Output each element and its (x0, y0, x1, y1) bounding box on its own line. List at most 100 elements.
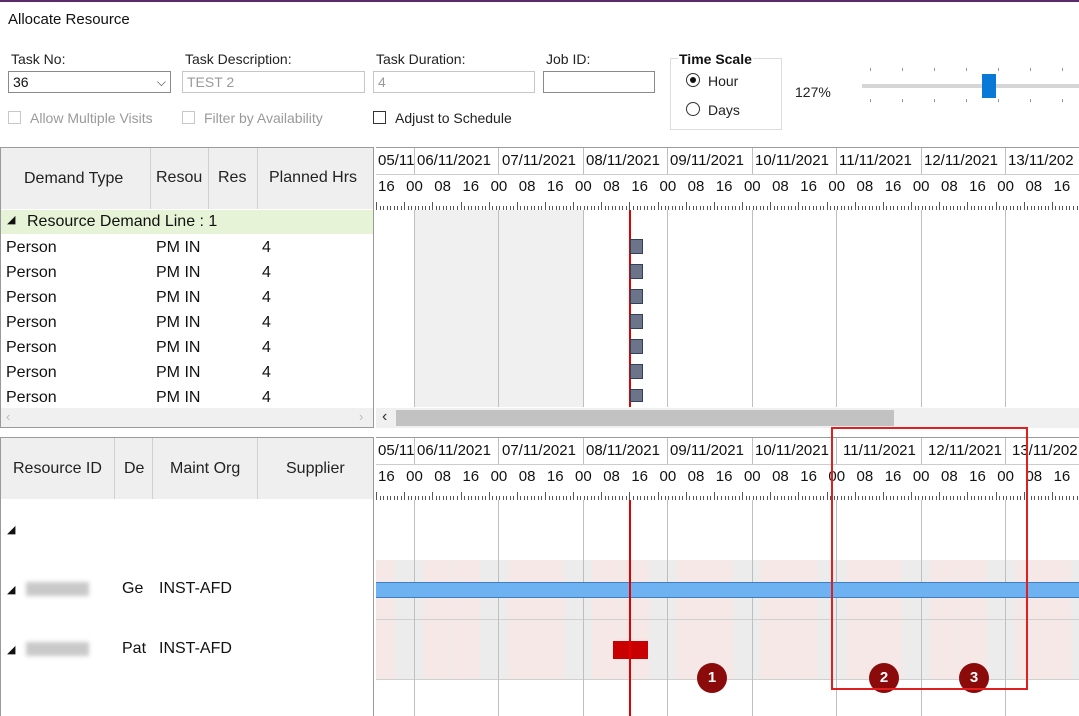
table-row[interactable]: ◢ Pat INST-AFD (1, 620, 373, 680)
date-cell: 09/11/2021 (670, 442, 744, 459)
zoom-slider-track[interactable] (862, 84, 1079, 88)
col-description[interactable]: De (124, 460, 144, 478)
table-row[interactable]: ◢ Ge INST-AFD (1, 560, 373, 620)
timeline-hscrollbar[interactable]: ‹ (376, 408, 1079, 428)
hour-label: 16 (546, 178, 564, 195)
date-cell: 09/11/2021 (670, 152, 744, 169)
resource-grid: Resource ID De Maint Org Supplier ◢ ◢ Ge… (0, 437, 374, 716)
redacted-resource-id (26, 582, 89, 596)
filter-by-availability-label: Filter by Availability (204, 110, 323, 126)
hour-label: 00 (406, 178, 423, 195)
hour-label: 00 (912, 178, 930, 195)
table-row[interactable]: Person PM IN 4 (1, 286, 373, 311)
resource-cell: PM IN (156, 289, 201, 306)
hour-radio[interactable] (686, 73, 700, 87)
col-demand-type[interactable]: Demand Type (24, 170, 123, 188)
hour-label: 16 (884, 178, 902, 195)
hour-label: 08 (856, 178, 874, 195)
hour-label: 00 (997, 178, 1014, 195)
date-cell: 06/11/2021 (417, 152, 491, 169)
group-row[interactable]: ◢ Resource Demand Line : 1 (1, 210, 373, 234)
col-resource-id[interactable]: Resource ID (13, 460, 102, 478)
demand-grid-hscrollbar[interactable]: ‹ › (1, 408, 373, 427)
zoom-slider[interactable] (862, 66, 1079, 102)
hour-row: 16 00 08 16 00 08 16 00 08 16 00 08 16 00 08 16 00 08 16 00… (376, 178, 1079, 198)
col-res[interactable]: Res (218, 169, 246, 187)
description-cell: Ge (122, 580, 144, 597)
resource-cell: PM IN (156, 339, 201, 356)
planned-hrs-cell: 4 (262, 389, 271, 406)
hour-label: 08 (687, 468, 705, 485)
task-duration-field[interactable]: 4 (373, 71, 535, 93)
scroll-left-icon[interactable]: ‹ (6, 409, 10, 424)
collapse-triangle-icon[interactable]: ◢ (7, 643, 15, 656)
task-bar[interactable] (630, 264, 643, 279)
task-bar[interactable] (630, 314, 643, 329)
hour-label: 08 (941, 178, 958, 195)
resource-cell: PM IN (156, 264, 201, 281)
hour-label: 08 (603, 468, 620, 485)
resource-cell: PM IN (156, 389, 201, 406)
date-row: 05/11 06/11/2021 07/11/2021 08/11/2021 0… (376, 148, 1079, 174)
job-id-field[interactable] (543, 71, 655, 93)
task-description-field[interactable]: TEST 2 (182, 71, 365, 93)
demand-type-cell: Person (6, 389, 57, 406)
table-row[interactable]: Person PM IN 4 (1, 311, 373, 336)
date-cell: 12/11/2021 (924, 152, 998, 169)
col-planned-hrs[interactable]: Planned Hrs (269, 169, 357, 187)
hour-label: 00 (743, 178, 761, 195)
filter-by-availability-checkbox[interactable] (182, 111, 195, 124)
task-duration-label: Task Duration: (376, 51, 466, 67)
hour-label: 00 (743, 468, 761, 485)
days-radio[interactable] (686, 102, 700, 116)
annotation-marker-1: 1 (697, 663, 727, 693)
col-supplier[interactable]: Supplier (286, 460, 345, 478)
collapse-triangle-icon[interactable]: ◢ (7, 213, 15, 226)
days-radio-label: Days (708, 102, 740, 118)
resource-group-row[interactable]: ◢ (1, 500, 373, 560)
task-no-label: Task No: (11, 51, 66, 67)
task-bar[interactable] (630, 239, 643, 254)
redacted-resource-id (26, 642, 89, 656)
scroll-left-icon[interactable]: ‹ (382, 408, 387, 426)
table-row[interactable]: Person PM IN 4 (1, 261, 373, 286)
demand-timeline-body[interactable] (376, 210, 1079, 407)
planned-hrs-cell: 4 (262, 264, 271, 281)
task-bar[interactable] (630, 389, 643, 402)
planned-hrs-cell: 4 (262, 364, 271, 381)
date-cell: 05/11 (378, 442, 415, 459)
table-row[interactable]: Person PM IN 4 (1, 361, 373, 386)
adjust-to-schedule-checkbox[interactable] (373, 111, 386, 124)
zoom-slider-thumb[interactable] (982, 74, 996, 98)
collapse-triangle-icon[interactable]: ◢ (7, 583, 15, 596)
date-cell: 08/11/2021 (586, 442, 660, 459)
hour-label: 08 (434, 178, 451, 195)
resource-cell: PM IN (156, 239, 201, 256)
hour-label: 00 (490, 178, 508, 195)
highlight-box (831, 427, 1028, 690)
hour-label: 16 (631, 468, 649, 485)
time-scale-group (670, 58, 782, 130)
demand-rows: Person PM IN 4 Person PM IN 4 Person PM … (1, 236, 373, 411)
hour-radio-label: Hour (708, 73, 739, 89)
task-bar[interactable] (630, 364, 643, 379)
chevron-down-icon[interactable]: ⌵ (157, 75, 166, 90)
maint-org-cell: INST-AFD (159, 640, 232, 657)
col-resource[interactable]: Resou (156, 169, 202, 187)
col-maint-org[interactable]: Maint Org (170, 460, 240, 478)
task-bar[interactable] (630, 289, 643, 304)
job-id-label: Job ID: (546, 51, 591, 67)
date-cell: 10/11/2021 (755, 442, 829, 459)
timeline-scroll-thumb[interactable] (396, 410, 894, 426)
date-cell: 13/11/202 (1008, 152, 1074, 169)
task-no-dropdown[interactable]: 36 ⌵ (8, 71, 171, 93)
task-no-value: 36 (13, 74, 29, 90)
scroll-right-icon[interactable]: › (359, 409, 363, 424)
table-row[interactable]: Person PM IN 4 (1, 236, 373, 261)
hour-label: 16 (715, 178, 733, 195)
table-row[interactable]: Person PM IN 4 (1, 336, 373, 361)
demand-timeline[interactable]: 05/11 06/11/2021 07/11/2021 08/11/2021 0… (376, 147, 1079, 428)
task-bar[interactable] (630, 339, 643, 354)
collapse-triangle-icon[interactable]: ◢ (7, 523, 15, 536)
allow-multiple-visits-checkbox[interactable] (8, 111, 21, 124)
